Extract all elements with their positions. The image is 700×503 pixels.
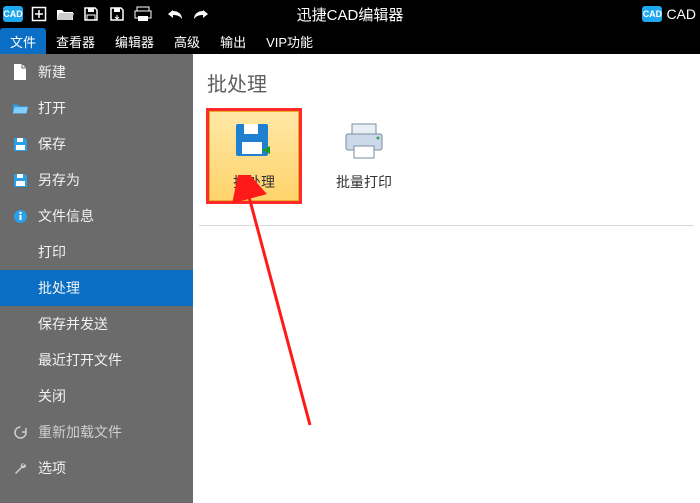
cad-badge-icon: CAD [642, 6, 662, 22]
blank-icon [12, 316, 28, 332]
batch-process-button[interactable]: 批处理 [209, 111, 299, 201]
sidebar-item-save[interactable]: 保存 [0, 126, 193, 162]
tab-editor[interactable]: 编辑器 [105, 28, 164, 54]
saveas-icon[interactable] [104, 0, 130, 28]
tab-file[interactable]: 文件 [0, 28, 46, 54]
tab-output[interactable]: 输出 [210, 28, 256, 54]
blank-icon [12, 280, 28, 296]
blank-icon [12, 244, 28, 260]
blank-icon [12, 388, 28, 404]
batch-print-label: 批量打印 [336, 172, 392, 192]
tab-viewer[interactable]: 查看器 [46, 28, 105, 54]
blank-icon [12, 352, 28, 368]
sidebar-item-recent[interactable]: 最近打开文件 [0, 342, 193, 378]
batch-print-icon [342, 120, 386, 164]
titlebar: CAD 迅捷CAD编辑器 CAD CAD [0, 0, 700, 28]
app-logo[interactable]: CAD [0, 0, 26, 28]
wrench-icon [12, 460, 28, 476]
tab-advanced[interactable]: 高级 [164, 28, 210, 54]
content-panel: 批处理 批处理 [193, 54, 700, 503]
sidebar-item-options[interactable]: 选项 [0, 450, 193, 486]
redo-icon[interactable] [188, 0, 214, 28]
refresh-icon [12, 424, 28, 440]
client-area: 新建 打开 保存 另存为 文件信息 打印 批处理 保存并发送 [0, 54, 700, 503]
sidebar-item-close[interactable]: 关闭 [0, 378, 193, 414]
content-header: 批处理 [193, 54, 700, 107]
undo-icon[interactable] [162, 0, 188, 28]
open-icon[interactable] [52, 0, 78, 28]
print-icon[interactable] [130, 0, 156, 28]
new-icon[interactable] [26, 0, 52, 28]
quick-access-toolbar: CAD [0, 0, 214, 28]
document-icon [12, 64, 28, 80]
batch-print-button[interactable]: 批量打印 [319, 111, 409, 201]
content-body: 批处理 批量打印 [199, 107, 694, 226]
batch-process-icon [232, 120, 276, 164]
cad-right-label: CAD [666, 6, 696, 22]
sidebar-item-batch[interactable]: 批处理 [0, 270, 193, 306]
floppy-arrow-icon [12, 172, 28, 188]
info-icon [12, 208, 28, 224]
sidebar-item-new[interactable]: 新建 [0, 54, 193, 90]
sidebar-item-reload[interactable]: 重新加载文件 [0, 414, 193, 450]
save-icon[interactable] [78, 0, 104, 28]
batch-process-label: 批处理 [233, 172, 275, 192]
sidebar-item-fileinfo[interactable]: 文件信息 [0, 198, 193, 234]
sidebar-item-save-send[interactable]: 保存并发送 [0, 306, 193, 342]
floppy-icon [12, 136, 28, 152]
folder-open-icon [12, 100, 28, 116]
tab-vip[interactable]: VIP功能 [256, 28, 323, 54]
sidebar-item-open[interactable]: 打开 [0, 90, 193, 126]
menubar: 文件 查看器 编辑器 高级 输出 VIP功能 [0, 28, 700, 54]
sidebar-item-saveas[interactable]: 另存为 [0, 162, 193, 198]
sidebar: 新建 打开 保存 另存为 文件信息 打印 批处理 保存并发送 [0, 54, 193, 503]
sidebar-item-print[interactable]: 打印 [0, 234, 193, 270]
